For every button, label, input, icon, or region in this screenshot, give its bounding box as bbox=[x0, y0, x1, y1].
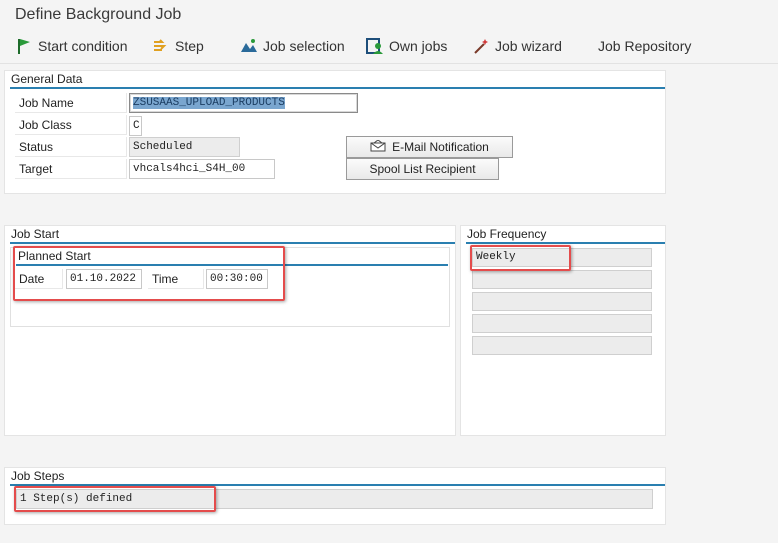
mountain-icon bbox=[240, 37, 258, 55]
own-jobs-button[interactable]: Own jobs bbox=[366, 36, 447, 56]
flag-icon bbox=[15, 37, 33, 55]
target-label: Target bbox=[15, 159, 127, 179]
step-button[interactable]: Step bbox=[152, 36, 204, 56]
time-field[interactable]: 00:30:00 bbox=[206, 269, 268, 289]
time-label: Time bbox=[148, 269, 204, 289]
toolbar-divider bbox=[0, 63, 778, 64]
job-repository-button[interactable]: Job Repository bbox=[598, 36, 691, 56]
spool-list-recipient-label: Spool List Recipient bbox=[369, 162, 476, 176]
start-condition-button[interactable]: Start condition bbox=[15, 36, 128, 56]
user-job-icon bbox=[366, 37, 384, 55]
job-class-label: Job Class bbox=[15, 115, 127, 135]
email-notification-label: E-Mail Notification bbox=[392, 140, 489, 154]
start-condition-label: Start condition bbox=[38, 38, 128, 54]
job-class-field[interactable]: C bbox=[129, 116, 142, 136]
job-start-line bbox=[10, 242, 455, 244]
job-wizard-label: Job wizard bbox=[495, 38, 562, 54]
frequency-row bbox=[472, 336, 652, 355]
email-notification-button[interactable]: E-Mail Notification bbox=[346, 136, 513, 158]
status-field: Scheduled bbox=[129, 137, 240, 157]
date-label: Date bbox=[15, 269, 63, 289]
frequency-row bbox=[472, 270, 652, 289]
date-field[interactable]: 01.10.2022 bbox=[66, 269, 142, 289]
job-selection-label: Job selection bbox=[263, 38, 345, 54]
job-frequency-title: Job Frequency bbox=[467, 227, 547, 241]
job-steps-field: 1 Step(s) defined bbox=[16, 489, 653, 509]
job-steps-title: Job Steps bbox=[11, 469, 65, 483]
magic-wand-icon bbox=[472, 37, 490, 55]
job-steps-line bbox=[10, 484, 665, 486]
job-wizard-button[interactable]: Job wizard bbox=[472, 36, 562, 56]
step-label: Step bbox=[175, 38, 204, 54]
job-name-field[interactable]: ZSUSAAS_UPLOAD_PRODUCTS bbox=[129, 93, 358, 113]
job-name-label: Job Name bbox=[15, 93, 127, 113]
envelope-icon bbox=[370, 138, 386, 155]
own-jobs-label: Own jobs bbox=[389, 38, 448, 54]
frequency-row: Weekly bbox=[472, 248, 652, 267]
status-label: Status bbox=[15, 137, 127, 157]
job-frequency-line bbox=[466, 242, 665, 244]
frequency-row bbox=[472, 314, 652, 333]
job-selection-button[interactable]: Job selection bbox=[240, 36, 345, 56]
job-start-title: Job Start bbox=[11, 227, 60, 241]
frequency-row bbox=[472, 292, 652, 311]
page-title: Define Background Job bbox=[15, 6, 182, 23]
general-data-line bbox=[10, 87, 665, 89]
planned-start-title: Planned Start bbox=[18, 249, 91, 263]
target-field[interactable]: vhcals4hci_S4H_00 bbox=[129, 159, 275, 179]
spool-list-recipient-button[interactable]: Spool List Recipient bbox=[346, 158, 499, 180]
step-arrow-icon bbox=[152, 37, 170, 55]
general-data-title: General Data bbox=[11, 72, 83, 86]
job-repository-label: Job Repository bbox=[598, 38, 692, 54]
job-name-value: ZSUSAAS_UPLOAD_PRODUCTS bbox=[133, 97, 285, 109]
planned-start-line bbox=[16, 264, 448, 266]
